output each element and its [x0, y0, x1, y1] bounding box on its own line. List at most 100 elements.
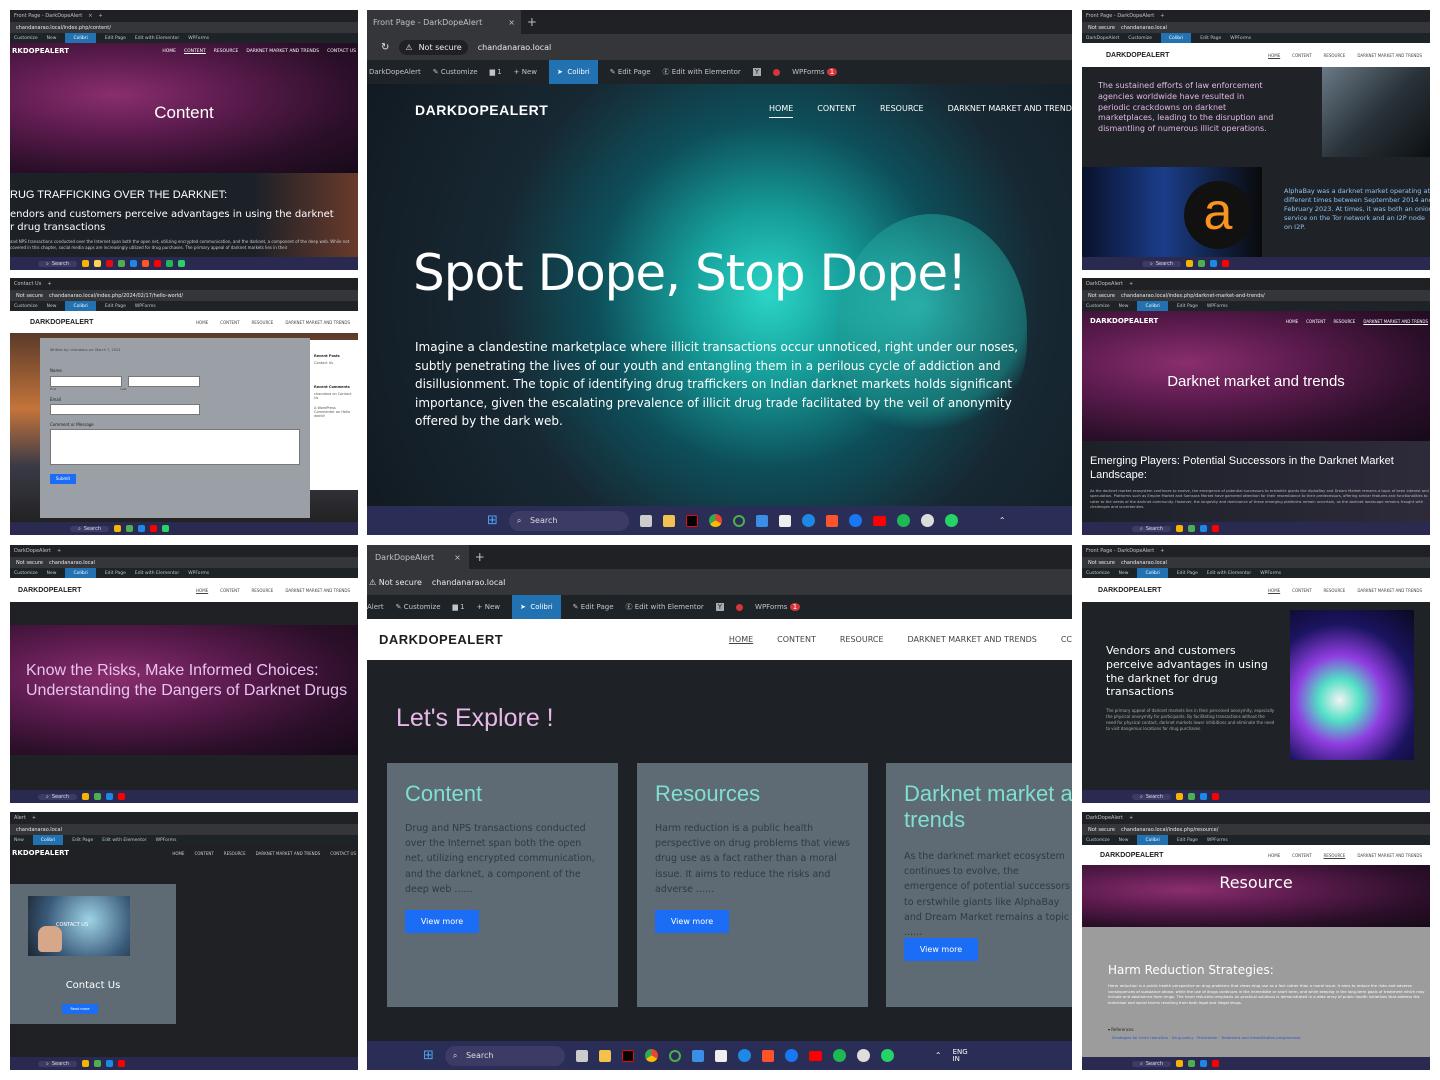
nav-resource[interactable]: RESOURCE	[840, 635, 884, 644]
address-bar[interactable]: Not secure chandanarao.local	[1082, 557, 1430, 568]
youtube-icon[interactable]	[1222, 260, 1229, 267]
wp-edit-page[interactable]: Edit Page	[72, 838, 93, 843]
nav-content[interactable]: CONTENT	[1306, 319, 1325, 325]
nav-content[interactable]: CONTENT	[817, 104, 856, 118]
taskbar-search[interactable]: ⌕ Search	[1132, 793, 1171, 800]
chrome-icon[interactable]	[1188, 525, 1195, 532]
address-bar[interactable]: Not secure chandanarao.local	[1082, 22, 1430, 33]
comment-textarea[interactable]	[50, 429, 300, 465]
nav-darknet[interactable]: DARKNET MARKET AND TRENDS	[1357, 588, 1422, 593]
nav-darknet[interactable]: DARKNET MARKET AND TRENDS	[246, 49, 319, 55]
whatsapp-icon[interactable]	[162, 525, 169, 532]
weather-icon[interactable]	[114, 525, 121, 532]
address-bar[interactable]: chandanarao.local/index.php/content/	[10, 22, 358, 33]
nav-resource[interactable]: RESOURCE	[880, 104, 924, 118]
nav-content[interactable]: CONTENT	[1292, 853, 1311, 858]
wp-new[interactable]: + New	[514, 68, 537, 76]
nav-home[interactable]: HOME	[196, 320, 208, 325]
address-bar[interactable]: Not secure chandanarao.local/index.php/da…	[1082, 290, 1430, 301]
wp-colibri[interactable]: Colibri	[65, 301, 96, 311]
youtube-icon[interactable]	[150, 525, 157, 532]
wp-wpforms[interactable]: WPForms	[1207, 838, 1228, 843]
not-secure-badge[interactable]: Not secure	[1088, 827, 1115, 833]
close-icon[interactable]: ×	[88, 13, 92, 19]
youtube-icon[interactable]	[118, 1060, 125, 1067]
loader-icon[interactable]	[668, 1049, 681, 1062]
site-logo[interactable]: DARKDOPEALERT	[1090, 52, 1169, 59]
chrome-icon[interactable]	[126, 525, 133, 532]
new-tab-icon[interactable]: +	[1160, 13, 1164, 19]
view-more-button[interactable]: View more	[405, 910, 479, 933]
new-tab-icon[interactable]: +	[98, 13, 102, 19]
nav-resource[interactable]: RESOURCE	[224, 851, 246, 856]
address-bar[interactable]: Not secure chandanarao.local/index.php/re…	[1082, 824, 1430, 835]
site-logo[interactable]: DARKDOPEALERT	[415, 102, 548, 118]
wp-edit-page[interactable]: Edit Page	[1177, 304, 1198, 309]
nav-resource[interactable]: RESOURCE	[1324, 588, 1346, 593]
not-secure-badge[interactable]: Not secure	[1088, 25, 1115, 31]
loader-icon[interactable]	[732, 514, 745, 527]
wp-wpforms[interactable]: WPForms	[1207, 304, 1228, 309]
nav-home[interactable]: HOME	[196, 588, 208, 593]
wp-edit-page[interactable]: Edit Page	[105, 36, 126, 41]
nav-home[interactable]: HOME	[729, 635, 753, 644]
app-icon[interactable]	[920, 514, 934, 527]
read-more-button[interactable]: Read more	[62, 1004, 98, 1014]
address-bar[interactable]: chandanarao.local	[10, 824, 358, 835]
chrome-icon[interactable]	[94, 793, 101, 800]
wp-wpforms[interactable]: WPForms	[188, 36, 209, 41]
calendar-icon[interactable]	[778, 514, 791, 527]
chrome-icon[interactable]	[94, 1060, 101, 1067]
nav-home[interactable]: HOME	[1268, 588, 1280, 593]
nav-content[interactable]: CONTENT	[777, 635, 816, 644]
chrome-icon[interactable]	[1198, 260, 1205, 267]
new-tab-icon[interactable]: +	[47, 281, 51, 287]
netflix-icon[interactable]	[621, 1049, 634, 1062]
weather-icon[interactable]	[1176, 1060, 1183, 1067]
wp-site-name[interactable]: DarkDopeAlert	[1086, 36, 1119, 41]
nav-resource[interactable]: RESOURCE	[1324, 853, 1346, 858]
address-bar[interactable]: ↻ ⚠ Not secure chandanarao.local	[367, 34, 1072, 60]
close-icon[interactable]: ×	[508, 18, 515, 27]
nav-home[interactable]: HOME	[172, 851, 184, 856]
nav-content[interactable]: CONTENT	[184, 49, 206, 55]
nav-home[interactable]: HOME	[162, 49, 176, 55]
chrome-icon[interactable]	[644, 1049, 658, 1062]
netflix-icon[interactable]	[685, 514, 698, 527]
calendar-icon[interactable]	[714, 1049, 727, 1062]
wp-colibri[interactable]: ➤ Colibri	[512, 595, 561, 619]
wp-colibri[interactable]: Colibri	[1137, 568, 1168, 578]
site-logo[interactable]: RKDOPEALERT	[12, 47, 69, 55]
reload-icon[interactable]: ↻	[381, 42, 389, 53]
yoast-icon[interactable]: Y	[715, 603, 725, 611]
wp-customize[interactable]: ✎ Customize	[396, 603, 441, 611]
wp-wpforms[interactable]: WPForms 1	[792, 68, 838, 76]
wp-new[interactable]: New	[47, 36, 57, 41]
nav-content[interactable]: CONTENT	[194, 851, 213, 856]
wp-customize[interactable]: Customize	[14, 304, 38, 309]
nav-home[interactable]: HOME	[1268, 53, 1280, 58]
wp-colibri[interactable]: Colibri	[65, 33, 96, 43]
tab-contact[interactable]: Contact Us	[14, 281, 41, 287]
nav-resource[interactable]: RESOURCE	[252, 588, 274, 593]
address-bar[interactable]: Not secure chandanarao.local	[10, 557, 358, 568]
view-more-button[interactable]: View more	[655, 910, 729, 933]
wp-edit-page[interactable]: Edit Page	[1177, 571, 1198, 576]
tab-site[interactable]: DarkDopeAlert ×	[367, 545, 469, 569]
chrome-icon[interactable]	[1188, 1060, 1195, 1067]
edge-icon[interactable]	[1210, 260, 1217, 267]
wp-wpforms[interactable]: WPForms	[188, 571, 209, 576]
wp-customize[interactable]: Customize	[14, 36, 38, 41]
taskbar-search[interactable]: ⌕ Search	[38, 260, 77, 267]
nav-darknet[interactable]: DARKNET MARKET AND TRENDS	[256, 851, 321, 856]
youtube-icon[interactable]	[808, 1050, 822, 1061]
weather-icon[interactable]	[1176, 793, 1183, 800]
wp-customize[interactable]: Customize	[14, 571, 38, 576]
tab-site[interactable]: DarkDopeAlert	[1086, 815, 1123, 821]
wp-elementor[interactable]: Edit with Elementor	[1207, 571, 1251, 576]
nav-more[interactable]: CC	[1061, 635, 1072, 644]
tab-front-page[interactable]: Front Page - DarkDopeAlert ×	[367, 10, 521, 34]
submit-button[interactable]: Submit	[50, 473, 76, 484]
nav-contact[interactable]: CONTACT US	[330, 851, 356, 856]
nav-darknet[interactable]: DARKNET MARKET AND TRENDS	[285, 588, 350, 593]
